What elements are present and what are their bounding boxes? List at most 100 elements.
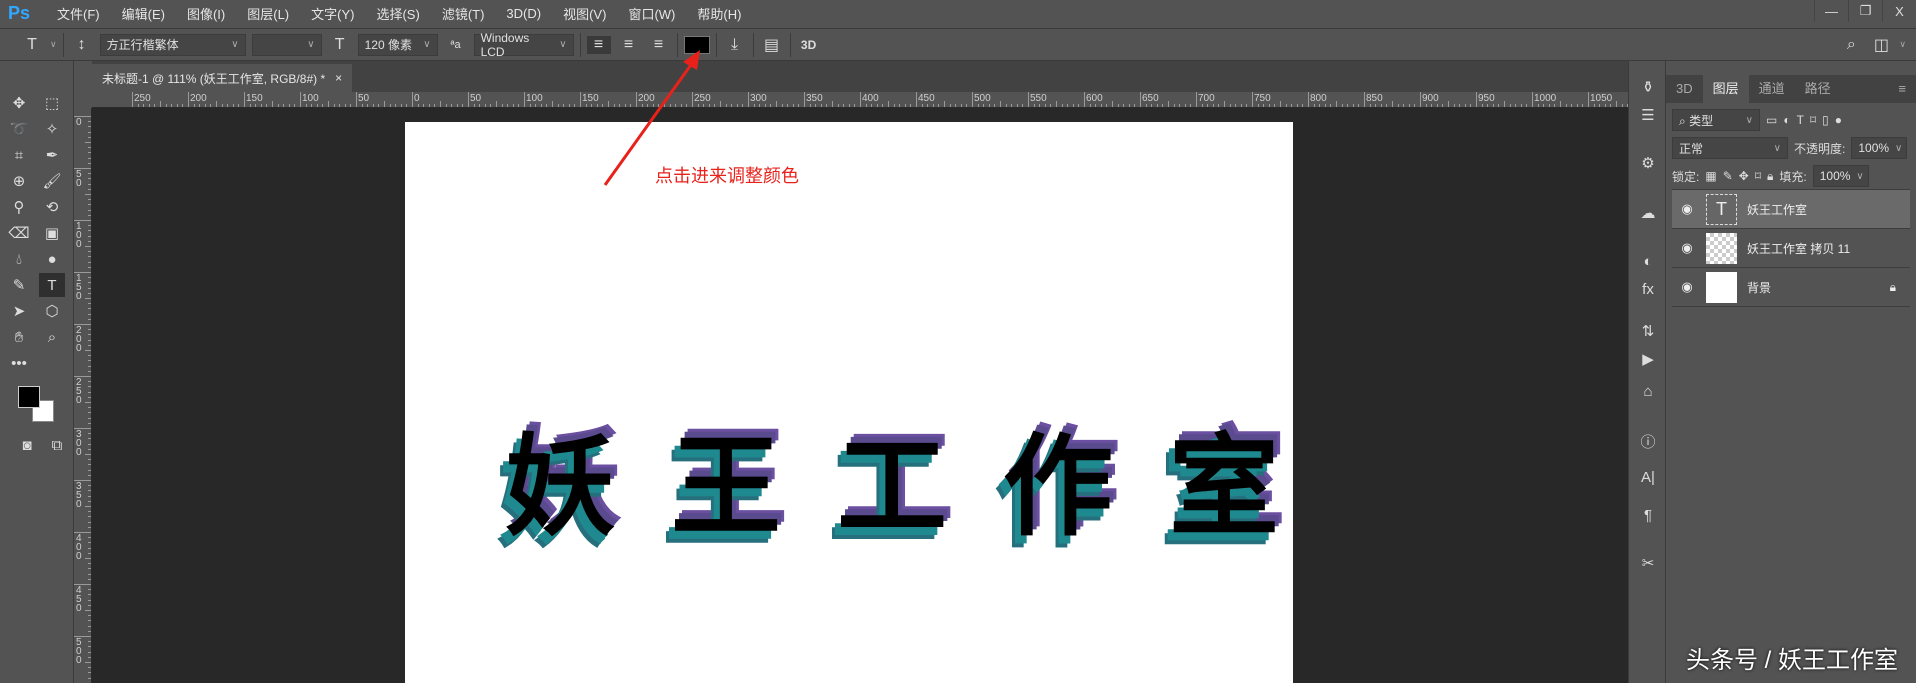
minimize-button[interactable]: —	[1814, 0, 1848, 22]
text-orientation-icon[interactable]: ↕	[70, 36, 94, 54]
layer-row[interactable]: ◉ T 妖王工作室	[1672, 190, 1910, 229]
styles-icon[interactable]: fx	[1636, 277, 1660, 301]
pen-tool-icon[interactable]: ✎	[6, 273, 32, 297]
ruler-minor-tick	[798, 104, 800, 107]
tab-layers[interactable]: 图层	[1702, 75, 1749, 103]
font-style-select[interactable]: ∨	[251, 33, 322, 56]
menu-type[interactable]: 文字(Y)	[300, 4, 365, 23]
type-tool-icon[interactable]: T	[39, 273, 65, 297]
align-right-icon[interactable]: ≡	[647, 36, 671, 54]
foreground-color-swatch[interactable]	[18, 386, 40, 408]
dodge-tool-icon[interactable]: ●	[39, 247, 65, 271]
menu-view[interactable]: 视图(V)	[552, 4, 617, 23]
close-tab-icon[interactable]: ×	[335, 71, 342, 85]
horizontal-ruler[interactable]: 250 200 150 100 50 0 50 100 150 200 250 300 350 400 45…	[92, 92, 1628, 108]
lock-artboard-icon[interactable]: ⌑	[1755, 169, 1761, 183]
3d-button[interactable]: 3D	[797, 38, 821, 52]
warp-text-icon[interactable]: ⤓	[723, 36, 747, 54]
character-icon[interactable]: A|	[1636, 465, 1660, 489]
visibility-eye-icon[interactable]: ◉	[1672, 279, 1702, 295]
filter-smart-icon[interactable]: ▯	[1822, 113, 1829, 127]
document-tab[interactable]: 未标题-1 @ 111% (妖王工作室, RGB/8#) * ×	[92, 64, 353, 92]
vertical-ruler[interactable]: 0 50 100 150 200 250 300 350 400 450 500	[74, 108, 92, 683]
opacity-input[interactable]: 100% ∨	[1851, 137, 1908, 159]
tab-3d[interactable]: 3D	[1666, 75, 1703, 103]
menu-layer[interactable]: 图层(L)	[236, 4, 300, 23]
align-center-icon[interactable]: ≡	[617, 36, 641, 54]
move-tool-icon[interactable]: ✥	[6, 91, 32, 115]
menu-filter[interactable]: 滤镜(T)	[431, 4, 496, 23]
menu-window[interactable]: 窗口(W)	[617, 4, 686, 23]
filter-adjust-icon[interactable]: ◐	[1783, 113, 1790, 127]
lock-position-icon[interactable]: ✥	[1739, 169, 1749, 183]
type-tool-preset[interactable]: T	[20, 36, 44, 54]
panel-menu-icon[interactable]: ≡	[1888, 75, 1916, 103]
more-tools-icon[interactable]: •••	[6, 351, 32, 375]
info-icon[interactable]: ⓘ	[1636, 429, 1660, 453]
adjust-presets-icon[interactable]: ☰	[1636, 103, 1660, 127]
tool-presets-icon[interactable]: ⌂	[1636, 379, 1660, 403]
magic-wand-tool-icon[interactable]: ✧	[39, 117, 65, 141]
marquee-tool-icon[interactable]: ⬚	[39, 91, 65, 115]
menu-file[interactable]: 文件(F)	[46, 4, 111, 23]
eyedropper-tool-icon[interactable]: ✒	[39, 143, 65, 167]
brush-tool-icon[interactable]: 🖌︎	[39, 169, 65, 193]
crop-tool-icon[interactable]: ⌗	[6, 143, 32, 167]
filter-shape-icon[interactable]: ⌑	[1810, 113, 1816, 127]
align-left-icon[interactable]: ≡	[586, 35, 611, 54]
brush-settings-icon[interactable]: ✂	[1636, 551, 1660, 575]
history-brush-tool-icon[interactable]: ⟲	[39, 195, 65, 219]
fill-input[interactable]: 100% ∨	[1812, 165, 1869, 187]
menu-image[interactable]: 图像(I)	[176, 4, 236, 23]
history-brush-presets-icon[interactable]: ⚱	[1636, 75, 1660, 99]
visibility-eye-icon[interactable]: ◉	[1672, 201, 1702, 217]
menu-edit[interactable]: 编辑(E)	[111, 4, 176, 23]
visibility-eye-icon[interactable]: ◉	[1672, 240, 1702, 256]
lock-all-icon[interactable]: 🔒︎	[1767, 169, 1773, 184]
properties-icon[interactable]: ⇅	[1636, 319, 1660, 343]
actions-icon[interactable]: ▶	[1636, 347, 1660, 371]
tab-channels[interactable]: 通道	[1749, 75, 1795, 103]
lock-transparent-icon[interactable]: ▦	[1705, 169, 1716, 183]
lasso-tool-icon[interactable]: ➰	[6, 117, 32, 141]
menu-select[interactable]: 选择(S)	[365, 4, 430, 23]
close-button[interactable]: X	[1882, 0, 1916, 22]
adjustments-icon[interactable]: ◐	[1636, 249, 1660, 273]
gradient-tool-icon[interactable]: ▣	[39, 221, 65, 245]
chevron-down-icon[interactable]: ∨	[50, 39, 57, 50]
clone-source-icon[interactable]: ⚙	[1636, 151, 1660, 175]
antialias-select[interactable]: Windows LCD ∨	[473, 31, 574, 59]
filter-pixel-icon[interactable]: ▭	[1766, 113, 1777, 127]
eraser-tool-icon[interactable]: ⌫	[6, 221, 32, 245]
document-canvas[interactable]: 妖 王 工 作 室	[405, 122, 1293, 683]
tab-paths[interactable]: 路径	[1795, 75, 1841, 103]
zoom-tool-icon[interactable]: ⌕	[39, 325, 65, 349]
layer-row[interactable]: ◉ 背景 🔒︎	[1672, 268, 1910, 307]
blur-tool-icon[interactable]: 💧︎	[6, 247, 32, 271]
patch-tool-icon[interactable]: ⊕	[6, 169, 32, 193]
filter-type-icon[interactable]: T	[1797, 113, 1804, 127]
filter-toggle[interactable]: ●	[1835, 113, 1842, 127]
restore-button[interactable]: ❐	[1848, 0, 1882, 22]
blend-mode-select[interactable]: 正常 ∨	[1672, 137, 1788, 159]
path-select-tool-icon[interactable]: ➤	[6, 299, 32, 323]
quick-mask-icon[interactable]: ◙	[14, 433, 40, 457]
menu-help[interactable]: 帮助(H)	[686, 4, 752, 23]
lock-pixels-icon[interactable]: ✎	[1723, 169, 1733, 183]
layer-filter-select[interactable]: ⌕ 类型 ∨	[1672, 109, 1760, 131]
paragraph-icon[interactable]: ¶	[1636, 503, 1660, 527]
workspace-icon[interactable]: ◫	[1869, 35, 1893, 55]
font-family-select[interactable]: 方正行楷繁体 ∨	[99, 33, 246, 56]
chevron-down-icon[interactable]: ∨	[1899, 39, 1906, 50]
menu-3d[interactable]: 3D(D)	[495, 6, 552, 21]
layer-row[interactable]: ◉ 妖王工作室 拷贝 11	[1672, 229, 1910, 268]
stamp-tool-icon[interactable]: ⚲	[6, 195, 32, 219]
libraries-icon[interactable]: ☁	[1636, 201, 1660, 225]
text-color-swatch[interactable]	[683, 35, 710, 54]
hand-tool-icon[interactable]: ✋︎	[6, 325, 32, 349]
search-icon[interactable]: ⌕	[1839, 36, 1863, 54]
font-size-select[interactable]: 120 像素 ∨	[357, 33, 438, 56]
shape-tool-icon[interactable]: ⬡	[39, 299, 65, 323]
character-panel-icon[interactable]: ▤	[760, 35, 784, 55]
screen-mode-icon[interactable]: ⧉	[44, 433, 70, 457]
